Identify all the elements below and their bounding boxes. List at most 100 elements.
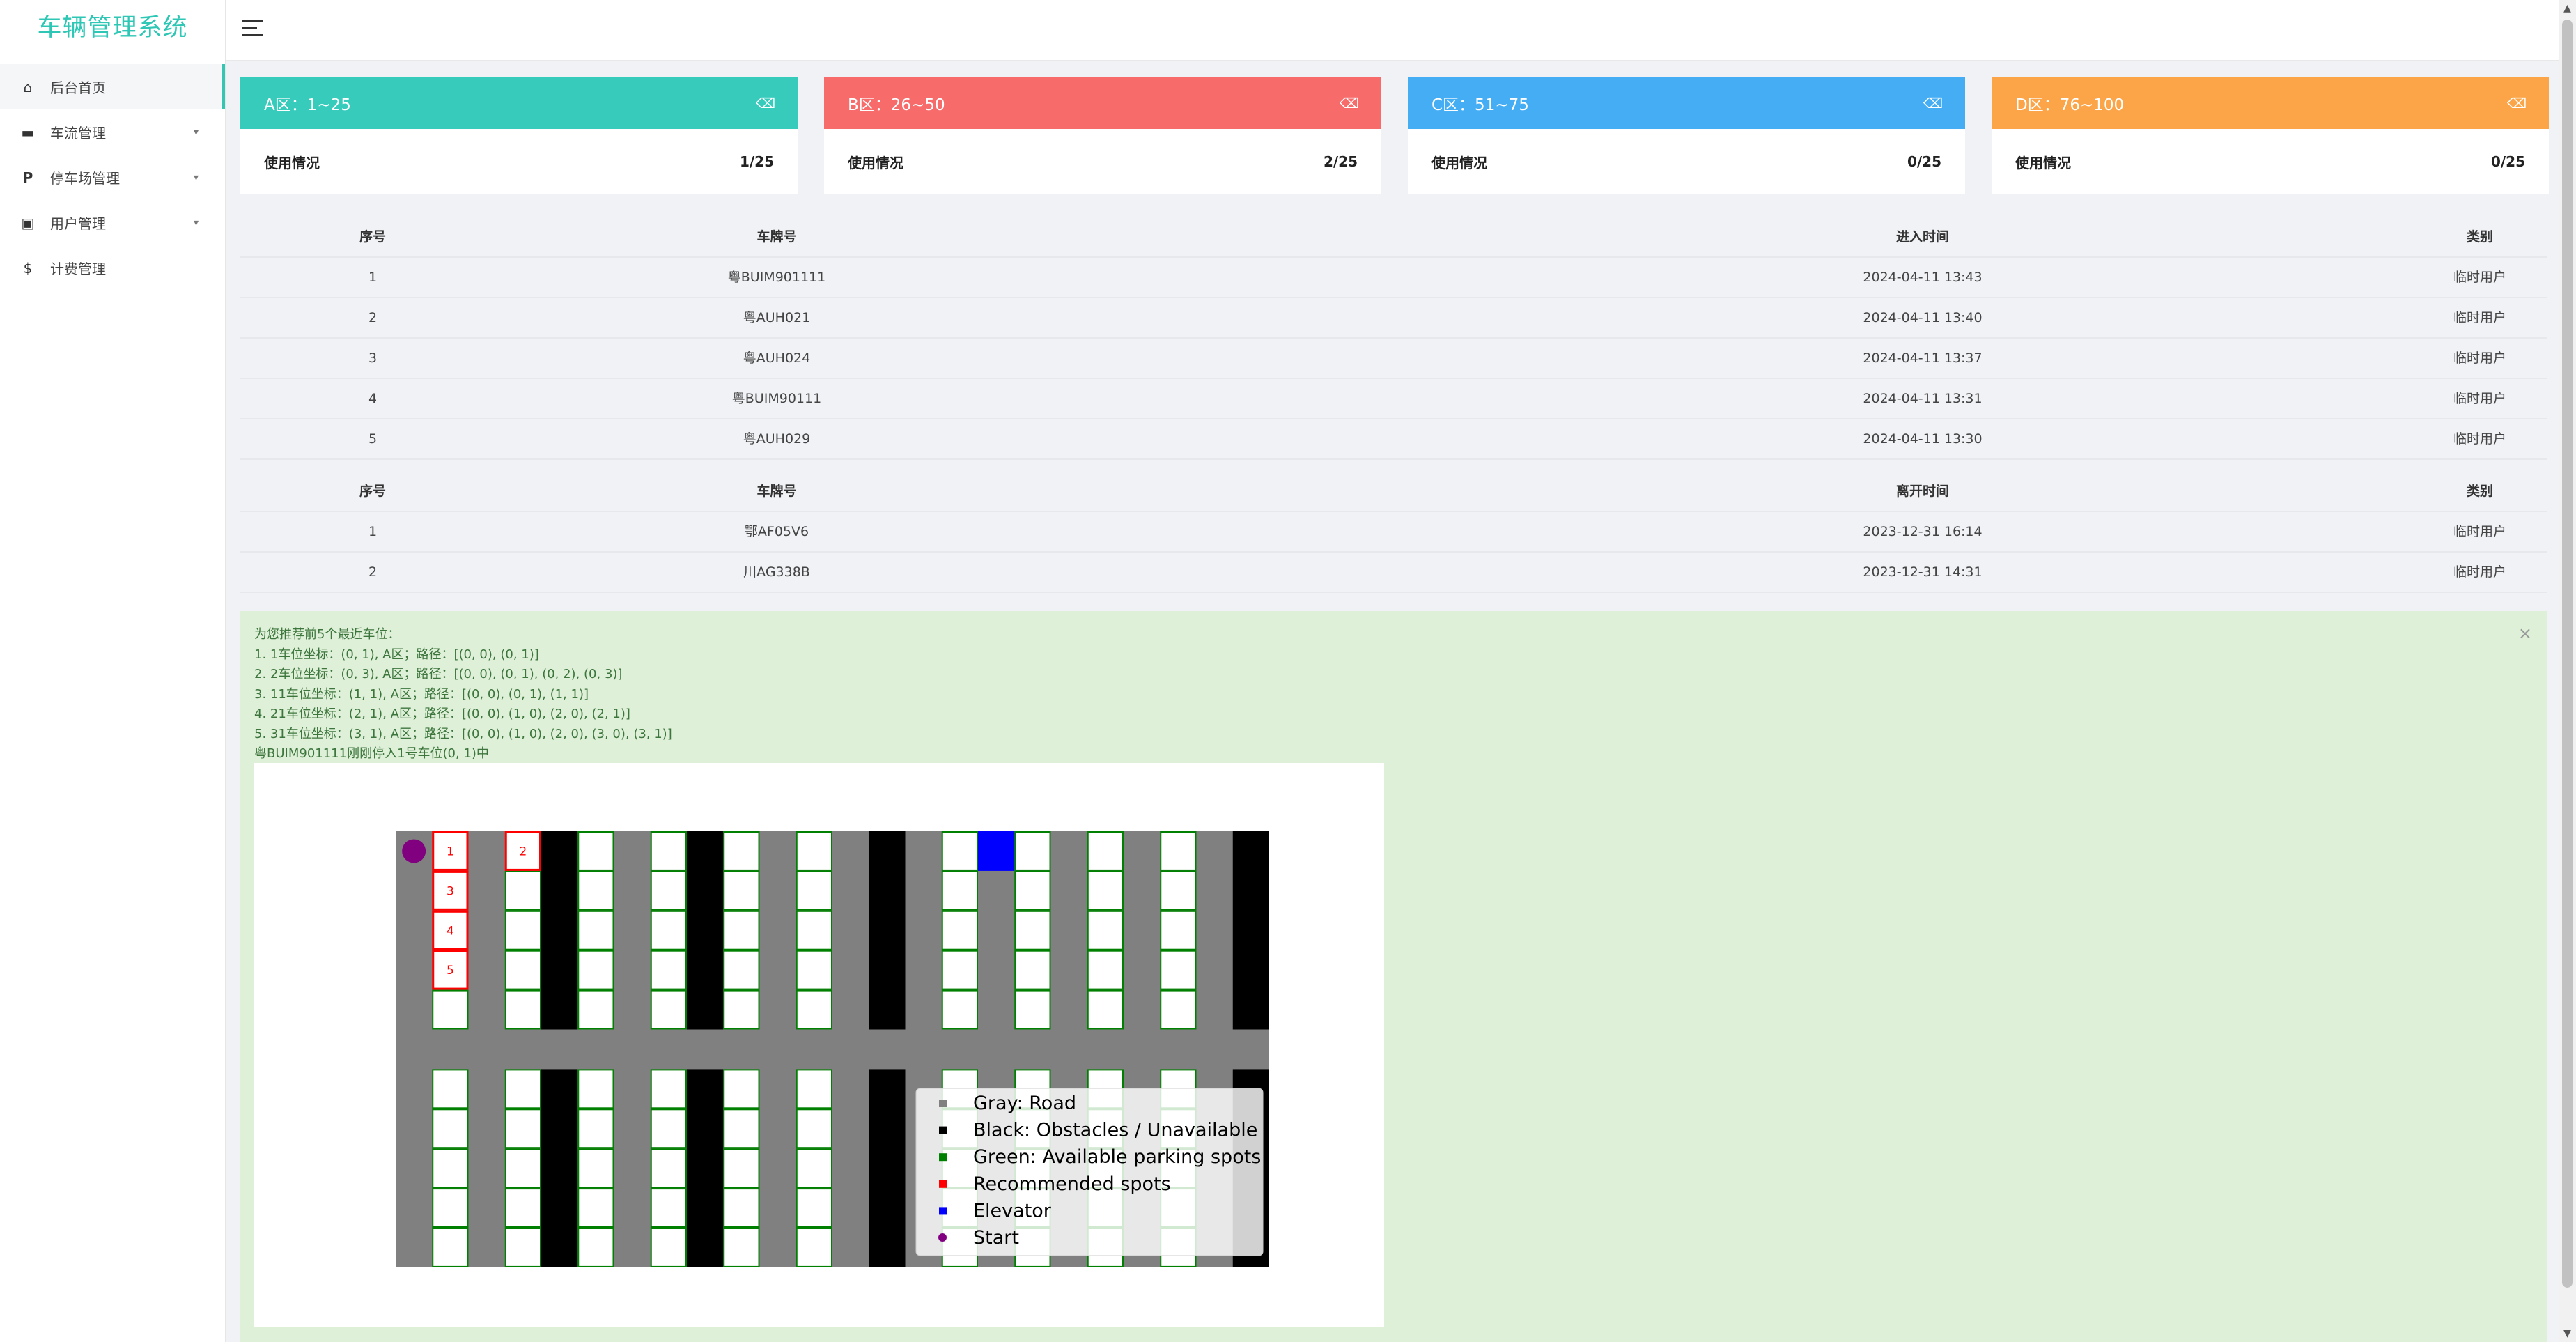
available-spot (1014, 910, 1051, 950)
available-spot (723, 989, 760, 1030)
tag-icon: ⌫ (1923, 95, 1943, 111)
zone-b-card: B区：26~50 ⌫ 使用情况 2/25 (824, 77, 1381, 194)
page-scrollbar[interactable]: ▲ ▼ (2559, 0, 2576, 1342)
legend-marker (939, 1100, 947, 1107)
available-spot (1014, 950, 1051, 990)
available-spot (504, 1069, 541, 1109)
available-spot (504, 910, 541, 950)
user-card-icon: ▣ (21, 214, 35, 231)
sidebar-item-users[interactable]: ▣ 用户管理 ▾ (0, 200, 225, 245)
cell-time: 2023-12-31 14:31 (1863, 564, 1983, 580)
table-row[interactable]: 1 鄂AF05V6 2023-12-31 16:14 临时用户 (240, 512, 2547, 553)
available-spot (796, 1188, 832, 1228)
close-icon[interactable]: × (2518, 624, 2532, 643)
cell-time: 2023-12-31 16:14 (1863, 524, 1983, 539)
available-spot (650, 989, 687, 1030)
available-spot (577, 1188, 614, 1228)
zone-a-card: A区：1~25 ⌫ 使用情况 1/25 (240, 77, 798, 194)
available-spot (432, 989, 469, 1030)
cell-plate: 粤AUH024 (743, 350, 811, 366)
usage-label: 使用情况 (2015, 154, 2071, 171)
cell-time: 2024-04-11 13:40 (1863, 310, 1983, 325)
sidebar-item-billing[interactable]: $ 计费管理 (0, 245, 225, 291)
cell-index: 2 (368, 310, 378, 325)
usage-label: 使用情况 (1431, 154, 1487, 171)
cell-plate: 粤BUIM901111 (727, 270, 826, 285)
scrollbar-thumb[interactable] (2562, 20, 2573, 1288)
header-exit-time: 离开时间 (1895, 484, 1949, 499)
available-spot (1087, 831, 1124, 871)
header-category: 类别 (2466, 229, 2493, 245)
recommended-spot-label: 1 (447, 844, 454, 858)
available-spot (723, 1109, 760, 1149)
sidebar-item-traffic[interactable]: ▬ 车流管理 ▾ (0, 109, 225, 155)
legend-label: Black: Obstacles / Unavailable (973, 1120, 1257, 1141)
scroll-down-icon[interactable]: ▼ (2559, 1328, 2576, 1339)
caret-down-icon: ▾ (193, 171, 199, 183)
card-header: C区：51~75 ⌫ (1408, 77, 1965, 129)
sidebar-item-parking[interactable]: P 停车场管理 ▾ (0, 155, 225, 200)
available-spot (577, 950, 614, 990)
available-spot (723, 831, 760, 871)
available-spot (1014, 831, 1051, 871)
available-spot (432, 1069, 469, 1109)
sidebar-item-label: 用户管理 (50, 215, 106, 232)
cell-plate: 粤BUIM90111 (731, 391, 822, 406)
table-row[interactable]: 4 粤BUIM90111 2024-04-11 13:31 临时用户 (240, 379, 2547, 419)
legend-marker (939, 1153, 947, 1162)
legend-marker (939, 1207, 947, 1215)
available-spot (723, 910, 760, 950)
available-spot (796, 1109, 832, 1149)
cell-category: 临时用户 (2453, 431, 2506, 447)
table-row[interactable]: 2 川AG338B 2023-12-31 14:31 临时用户 (240, 553, 2547, 593)
cell-category: 临时用户 (2453, 310, 2506, 325)
app-logo-title[interactable]: 车辆管理系统 (0, 0, 225, 56)
available-spot (504, 1109, 541, 1149)
available-spot (796, 1228, 832, 1267)
home-icon: ⌂ (23, 78, 33, 95)
card-title: D区：76~100 (2015, 96, 2125, 114)
available-spot (723, 1148, 760, 1189)
available-spot (1160, 950, 1197, 990)
table-header-row: 序号 车牌号 离开时间 类别 (240, 472, 2547, 512)
cell-category: 临时用户 (2453, 524, 2506, 539)
recommended-spot-label: 2 (519, 844, 527, 858)
recommendation-line: 3. 11车位坐标：(1, 1), A区；路径：[(0, 0), (0, 1),… (254, 686, 589, 702)
parking-map: 1 2 3 4 5 Gray: Road Black: Obstacles / Unavai… (396, 831, 1269, 1267)
exit-table: 序号 车牌号 离开时间 类别 1 鄂AF05V6 2023-12-31 16:1… (240, 472, 2547, 593)
cell-category: 临时用户 (2453, 391, 2506, 406)
table-row[interactable]: 1 粤BUIM901111 2024-04-11 13:43 临时用户 (240, 258, 2547, 298)
dollar-icon: $ (23, 259, 33, 277)
card-body: 使用情况 0/25 (1992, 129, 2549, 194)
zone-c-card: C区：51~75 ⌫ 使用情况 0/25 (1408, 77, 1965, 194)
tag-icon: ⌫ (2506, 95, 2527, 111)
recommendation-text: 为您推荐前5个最近车位： 1. 1车位坐标：(0, 1), A区；路径：[(0,… (254, 625, 672, 764)
recommendation-line: 1. 1车位坐标：(0, 1), A区；路径：[(0, 0), (0, 1)] (254, 647, 539, 662)
entry-table: 序号 车牌号 进入时间 类别 1 粤BUIM901111 2024-04-11 … (240, 217, 2547, 460)
legend-label: Gray: Road (973, 1093, 1076, 1114)
cell-time: 2024-04-11 13:37 (1863, 350, 1983, 366)
menu-toggle-icon[interactable] (242, 18, 264, 40)
header-index: 序号 (359, 229, 386, 245)
available-spot (796, 870, 832, 911)
legend-marker (939, 1126, 947, 1134)
tag-icon: ⌫ (755, 95, 775, 111)
cell-plate: 粤AUH021 (743, 310, 811, 325)
available-spot (650, 831, 687, 871)
card-body: 使用情况 2/25 (824, 129, 1381, 194)
available-spot (1087, 910, 1124, 950)
card-header: B区：26~50 ⌫ (824, 77, 1381, 129)
available-spot (577, 870, 614, 911)
scroll-up-icon[interactable]: ▲ (2559, 3, 2576, 14)
cell-index: 4 (368, 391, 378, 406)
caret-down-icon: ▾ (193, 126, 199, 138)
available-spot (796, 831, 832, 871)
recommendation-line: 5. 31车位坐标：(3, 1), A区；路径：[(0, 0), (1, 0),… (254, 726, 672, 741)
legend-box (915, 1088, 1264, 1256)
recommended-spot-label: 5 (447, 964, 454, 978)
sidebar-item-label: 车流管理 (50, 125, 106, 141)
table-row[interactable]: 5 粤AUH029 2024-04-11 13:30 临时用户 (240, 419, 2547, 460)
table-row[interactable]: 3 粤AUH024 2024-04-11 13:37 临时用户 (240, 339, 2547, 379)
table-row[interactable]: 2 粤AUH021 2024-04-11 13:40 临时用户 (240, 298, 2547, 339)
sidebar-item-dashboard[interactable]: ⌂ 后台首页 (0, 64, 225, 109)
